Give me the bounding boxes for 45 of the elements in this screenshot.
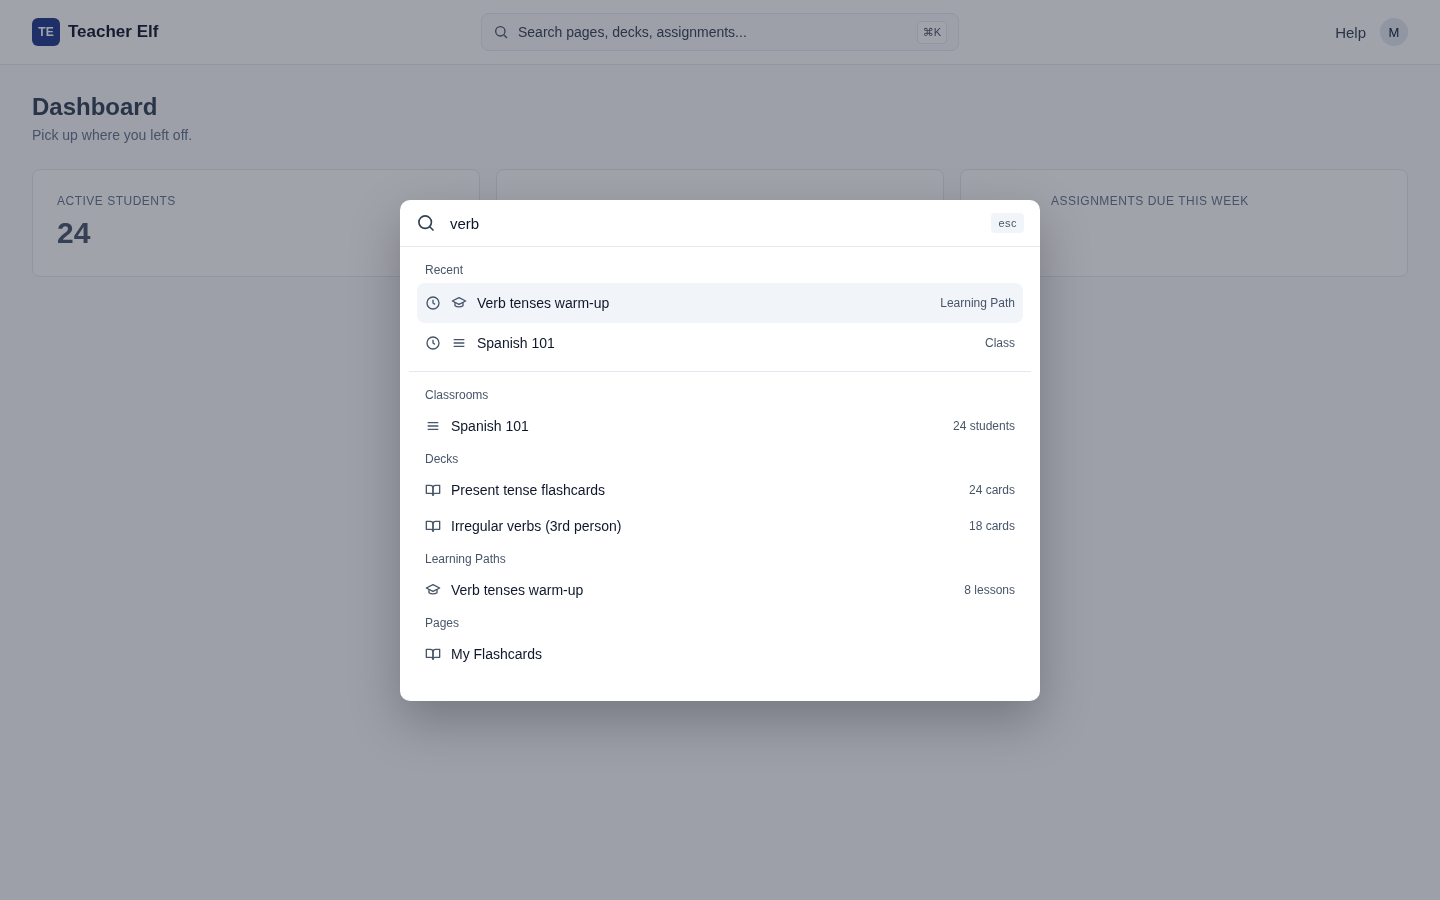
help-link[interactable]: Help — [1335, 23, 1366, 41]
result-item[interactable]: My Flashcards — [409, 636, 1023, 672]
stat-label: ACTIVE STUDENTS — [57, 194, 177, 208]
result-title: My Flashcards — [451, 646, 544, 662]
result-item[interactable]: Verb tenses warm-up Learning Path — [417, 283, 1023, 323]
stat-value: 24 — [57, 216, 91, 250]
result-title: Spanish 101 — [451, 418, 530, 434]
book-icon — [425, 646, 441, 662]
result-title: Present tense flashcards — [451, 482, 607, 498]
graduation-cap-icon — [425, 582, 441, 598]
result-meta: 18 cards — [968, 519, 1015, 533]
book-icon — [425, 482, 441, 498]
result-item[interactable]: Irregular verbs (3rd person) 18 cards — [409, 508, 1023, 544]
graduation-cap-icon — [451, 295, 467, 311]
clock-icon — [425, 295, 441, 311]
logo-badge: TE — [32, 18, 60, 46]
page-title: Dashboard — [32, 93, 159, 121]
result-title: Verb tenses warm-up — [451, 582, 585, 598]
result-title: Spanish 101 — [477, 335, 556, 351]
section-heading: Classrooms — [424, 387, 490, 404]
result-item[interactable]: Spanish 101 Class — [417, 323, 1023, 363]
section-heading: Learning Paths — [424, 551, 507, 568]
result-meta: Learning Path — [940, 296, 1015, 310]
avatar[interactable]: M — [1380, 18, 1408, 46]
result-meta: 24 students — [952, 419, 1015, 433]
result-item[interactable]: Present tense flashcards 24 cards — [409, 472, 1023, 508]
section-heading: Pages — [424, 615, 461, 632]
page-subtitle: Pick up where you left off. — [32, 127, 194, 143]
result-meta: Class — [985, 336, 1015, 350]
result-meta: 24 cards — [968, 483, 1015, 497]
result-meta: 8 lessons — [964, 583, 1015, 597]
result-item[interactable]: Spanish 101 24 students — [409, 408, 1023, 444]
section-heading: Recent — [424, 262, 465, 279]
clock-icon — [425, 335, 441, 351]
stat-label: ASSIGNMENTS DUE THIS WEEK — [1051, 194, 1250, 208]
result-title: Irregular verbs (3rd person) — [451, 518, 623, 534]
result-item[interactable]: Verb tenses warm-up 8 lessons — [409, 572, 1023, 608]
section-heading: Decks — [424, 451, 460, 468]
book-icon — [425, 518, 441, 534]
result-title: Verb tenses warm-up — [477, 295, 611, 311]
esc-key[interactable]: esc — [991, 213, 1024, 233]
shortcut-key: ⌘K — [916, 21, 947, 44]
search-icon — [416, 213, 436, 233]
app-name: Teacher Elf — [68, 22, 159, 42]
search-icon — [493, 24, 509, 40]
